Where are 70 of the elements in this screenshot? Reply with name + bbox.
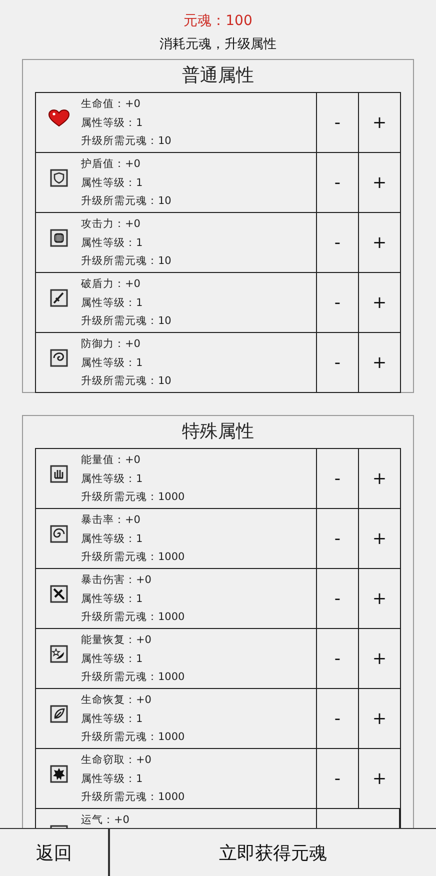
attribute-text: 护盾值：+0 [81,157,142,172]
attribute-text: 属性等级：1 [81,652,144,666]
decrease-button[interactable]: - [316,93,358,152]
increase-button[interactable]: + [358,273,400,332]
decrease-button[interactable]: - [316,213,358,272]
attribute-text: 升级所需元魂：10 [81,194,172,209]
leaf-icon [50,704,68,722]
attribute-text: 升级所需元魂：10 [81,254,172,269]
panel-title: 普通属性 [182,64,254,88]
attribute-text: 升级所需元魂：1000 [81,490,186,505]
attribute-text: 属性等级：1 [81,472,144,486]
attribute-text: 升级所需元魂：1000 [81,610,186,625]
attribute-text: 运气：+0 [81,813,130,828]
attribute-text: 属性等级：1 [81,532,144,546]
swirl-icon [50,348,68,366]
attribute-text: 属性等级：1 [81,356,144,370]
decrease-button[interactable]: - [316,509,358,568]
attribute-text: 暴击伤害：+0 [81,573,152,588]
attribute-text: 属性等级：1 [81,712,144,726]
attribute-text: 属性等级：1 [81,176,144,190]
increase-button[interactable]: + [358,333,400,392]
increase-button[interactable]: + [358,213,400,272]
increase-button[interactable]: + [358,93,400,152]
attribute-text: 属性等级：1 [81,592,144,606]
attribute-text: 升级所需元魂：10 [81,314,172,329]
decrease-button[interactable]: - [316,333,358,392]
attribute-text: 能量恢复：+0 [81,633,152,648]
attribute-text: 升级所需元魂：10 [81,134,172,149]
attribute-text: 升级所需元魂：1000 [81,790,186,805]
decrease-button[interactable]: - [316,749,358,808]
decrease-button[interactable]: - [316,273,358,332]
soul-count: 元魂：100 [184,12,252,31]
increase-button[interactable]: + [358,749,400,808]
decrease-button[interactable]: - [316,689,358,748]
decrease-button[interactable]: - [316,629,358,688]
attribute-text: 属性等级：1 [81,296,144,310]
fist-icon [50,228,68,246]
attribute-text: 升级所需元魂：1000 [81,730,186,745]
panel-title: 特殊属性 [182,420,254,444]
slash-icon [50,584,68,602]
increase-button[interactable]: + [358,509,400,568]
decrease-button[interactable]: - [316,569,358,628]
attribute-text: 攻击力：+0 [81,217,142,232]
attribute-text: 生命窃取：+0 [81,753,152,768]
hand-icon [50,464,68,482]
heart-icon [48,108,70,126]
sword-icon [50,288,68,306]
subtitle: 消耗元魂，升级属性 [160,36,276,54]
attribute-text: 属性等级：1 [81,116,144,130]
increase-button[interactable]: + [358,569,400,628]
attribute-text: 暴击率：+0 [81,513,142,528]
spiral-icon [50,524,68,542]
attribute-text: 防御力：+0 [81,337,142,352]
attribute-text: 能量值：+0 [81,453,142,468]
spiky-ball-icon [50,764,68,782]
attribute-text: 破盾力：+0 [81,277,142,292]
decrease-button[interactable]: - [316,449,358,508]
attribute-text: 升级所需元魂：10 [81,374,172,389]
decrease-button[interactable]: - [316,153,358,212]
increase-button[interactable]: + [358,689,400,748]
attribute-text: 升级所需元魂：1000 [81,550,186,565]
shield-icon [50,168,68,186]
increase-button[interactable]: + [358,449,400,508]
attribute-text: 升级所需元魂：1000 [81,670,186,685]
attribute-text: 生命值：+0 [81,97,142,112]
attribute-text: 生命恢复：+0 [81,693,152,708]
attribute-text: 属性等级：1 [81,236,144,250]
attribute-text: 属性等级：1 [81,772,144,786]
increase-button[interactable]: + [358,153,400,212]
increase-button[interactable]: + [358,629,400,688]
